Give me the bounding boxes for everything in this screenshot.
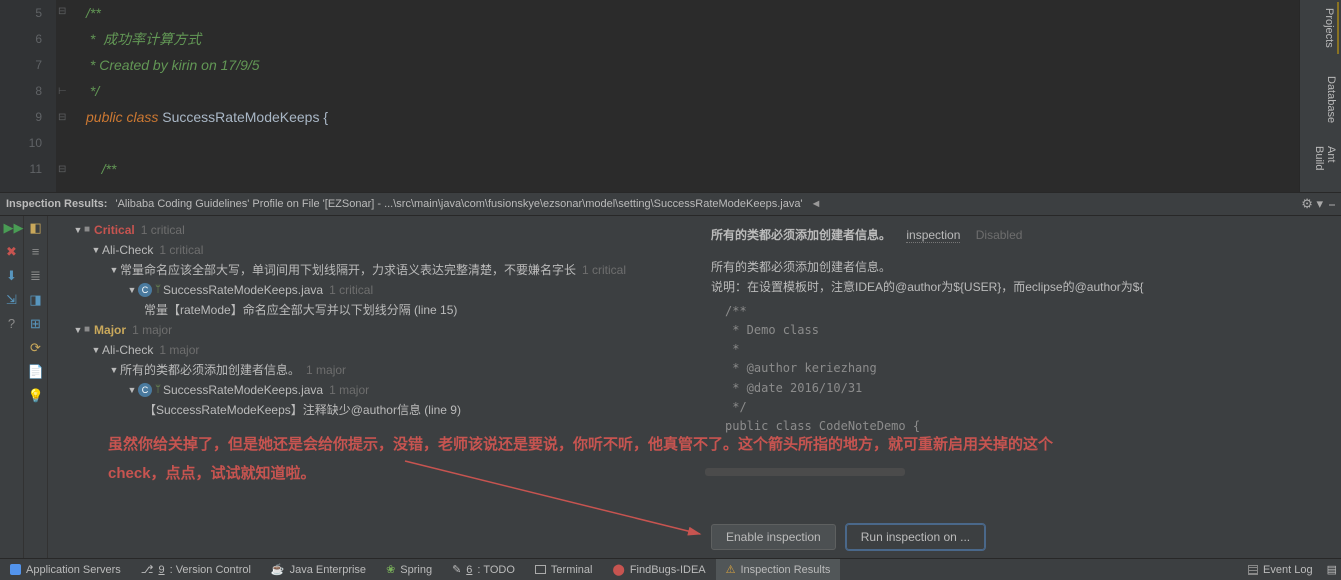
sb-todo[interactable]: ✎6: TODO: [442, 559, 525, 580]
eventlog-icon: [1248, 565, 1258, 575]
status-bar: Application Servers ⎇9: Version Control …: [0, 558, 1341, 580]
tool-column-left: ▶▶ ✖ ⬇ ⇲ ?: [0, 216, 24, 558]
sb-appservers[interactable]: Application Servers: [0, 559, 131, 580]
bug-icon: ⬤: [613, 563, 625, 576]
line-gutter: 5 6 7 8 9 10 11: [0, 0, 56, 192]
inspection-disabled-label: Disabled: [976, 228, 1023, 242]
nav-icon[interactable]: ◧: [28, 220, 44, 236]
inspection-tree[interactable]: ▼■Critical1 critical ▼Ali-Check1 critica…: [48, 216, 693, 558]
sb-spring[interactable]: ❀Spring: [376, 559, 442, 580]
class-icon: C: [138, 283, 152, 297]
javaee-icon: ☕: [271, 563, 285, 576]
inspection-desc: 所有的类都必须添加创建者信息。: [711, 257, 1323, 277]
code-area[interactable]: /** * 成功率计算方式 * Created by kirin on 17/9…: [56, 0, 328, 192]
rerun-icon[interactable]: ▶▶: [4, 220, 20, 236]
panel-file: 'Alibaba Coding Guidelines' Profile on F…: [115, 198, 802, 210]
tool-column-right: ◧ ≡ ≣ ◨ ⊞ ⟳ 📄 💡: [24, 216, 48, 558]
issue-leaf[interactable]: 常量【rateMode】命名应全部大写并以下划线分隔 (line 15): [144, 300, 457, 320]
inspection-link[interactable]: inspection: [906, 228, 960, 243]
stop-icon[interactable]: ✖: [4, 244, 20, 260]
inspection-code-sample: /** * Demo class * * @author keriezhang …: [711, 302, 1323, 436]
gear-icon[interactable]: ⚙ ▾: [1301, 196, 1323, 212]
vcs-icon: ⎇: [141, 563, 154, 576]
expand-icon[interactable]: ≡: [28, 244, 44, 260]
import-icon[interactable]: ⇲: [4, 292, 20, 308]
sb-findbugs[interactable]: ⬤FindBugs-IDEA: [603, 559, 716, 580]
help-icon[interactable]: ?: [4, 316, 20, 332]
inspection-panel-header: Inspection Results: 'Alibaba Coding Guid…: [0, 192, 1341, 216]
down-icon[interactable]: ⬇: [4, 268, 20, 284]
intention-icon[interactable]: 💡: [28, 388, 44, 404]
terminal-icon: [535, 565, 546, 574]
fold-column[interactable]: ⊟ ⊢ ⊟ ⊟: [58, 0, 68, 192]
projects-tab[interactable]: Projects: [1321, 2, 1339, 54]
sb-terminal[interactable]: Terminal: [525, 559, 603, 580]
inspection-desc2: 说明：在设置模板时，注意IDEA的@author为${USER}，而eclips…: [711, 277, 1323, 297]
export-icon[interactable]: 📄: [28, 364, 44, 380]
right-toolwindow-rail: Projects Database Ant Build: [1299, 0, 1341, 192]
class-icon: C: [138, 383, 152, 397]
server-icon: [10, 564, 21, 575]
code-editor[interactable]: 5 6 7 8 9 10 11 ⊟ ⊢ ⊟ ⊟ /** * 成功率计算方式 * …: [0, 0, 1341, 192]
vcs-icon: ᛘ: [155, 280, 161, 300]
group-icon[interactable]: ⊞: [28, 316, 44, 332]
layout-icon[interactable]: ▤: [1327, 563, 1337, 576]
filter-icon[interactable]: ◨: [28, 292, 44, 308]
sb-javaee[interactable]: ☕Java Enterprise: [261, 559, 376, 580]
panel-title: Inspection Results:: [6, 198, 107, 210]
inspection-detail: 所有的类都必须添加创建者信息。 inspection Disabled 所有的类…: [693, 216, 1341, 558]
autoscroll-icon[interactable]: ⟳: [28, 340, 44, 356]
enable-inspection-button[interactable]: Enable inspection: [711, 524, 836, 550]
inspection-name: 所有的类都必须添加创建者信息。: [711, 228, 891, 242]
annotation-text: 虽然你给关掉了，但是她还是会给你提示，没错，老师该说还是要说，你听不听，他真管不…: [108, 431, 1053, 488]
nav-left-icon[interactable]: ◄: [811, 198, 822, 210]
vcs-icon: ᛘ: [155, 380, 161, 400]
sb-eventlog[interactable]: Event Log: [1238, 559, 1323, 580]
sb-vcs[interactable]: ⎇9: Version Control: [131, 559, 261, 580]
hide-panel-icon[interactable]: ⎯: [1329, 197, 1335, 212]
issue-leaf[interactable]: 【SuccessRateModeKeeps】注释缺少@author信息 (lin…: [144, 400, 461, 420]
spring-icon: ❀: [386, 563, 395, 576]
antbuild-tab[interactable]: Ant Build: [1311, 140, 1339, 192]
database-tab[interactable]: Database: [1323, 70, 1339, 129]
todo-icon: ✎: [452, 563, 461, 576]
collapse-icon[interactable]: ≣: [28, 268, 44, 284]
sb-inspection-results[interactable]: ⚠Inspection Results: [716, 559, 841, 580]
inspection-icon: ⚠: [726, 563, 736, 576]
run-inspection-button[interactable]: Run inspection on ...: [846, 524, 985, 550]
